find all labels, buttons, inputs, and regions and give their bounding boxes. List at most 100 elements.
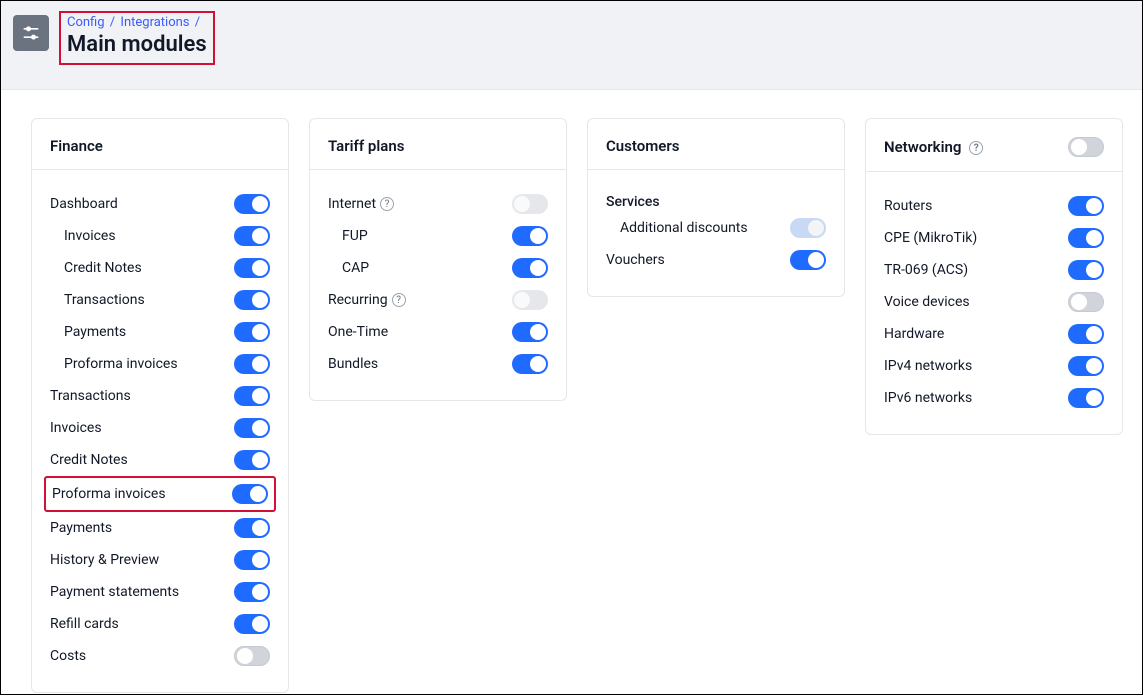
setting-row: Credit Notes: [50, 252, 270, 284]
toggle[interactable]: [234, 550, 270, 570]
setting-label: Invoices: [50, 420, 102, 436]
toggle[interactable]: [512, 290, 548, 310]
toggle[interactable]: [234, 646, 270, 666]
card-tariff: Tariff plans Internet? FUP CAP Recurring? On…: [309, 118, 567, 401]
customers-after-list: Vouchers: [606, 244, 826, 276]
toggle[interactable]: [1068, 388, 1104, 408]
setting-row: Refill cards: [50, 608, 270, 640]
card-header-customers: Customers: [588, 119, 844, 170]
setting-label: Recurring?: [328, 292, 406, 308]
setting-row: CAP: [328, 252, 548, 284]
toggle[interactable]: [1068, 292, 1104, 312]
help-icon[interactable]: ?: [392, 293, 406, 307]
setting-label: Dashboard: [50, 196, 118, 212]
setting-label: Voice devices: [884, 294, 970, 310]
card-body-finance: DashboardInvoicesCredit NotesTransaction…: [32, 170, 288, 692]
breadcrumb-highlight: Config / Integrations / Main modules: [59, 11, 215, 65]
setting-row: Payments: [50, 316, 270, 348]
toggle[interactable]: [234, 226, 270, 246]
setting-row: Internet?: [328, 188, 548, 220]
page-title: Main modules: [67, 32, 207, 57]
toggle[interactable]: [234, 582, 270, 602]
breadcrumb-sep: /: [195, 15, 200, 30]
toggle[interactable]: [512, 322, 548, 342]
content: Finance DashboardInvoicesCredit NotesTra…: [1, 90, 1142, 695]
toggle[interactable]: [790, 250, 826, 270]
toggle[interactable]: [234, 614, 270, 634]
toggle[interactable]: [234, 322, 270, 342]
setting-label: Refill cards: [50, 616, 119, 632]
setting-label: Credit Notes: [50, 452, 128, 468]
setting-row: Bundles: [328, 348, 548, 380]
help-icon[interactable]: ?: [969, 141, 983, 155]
page-header: Config / Integrations / Main modules: [1, 1, 1142, 90]
card-header-finance: Finance: [32, 119, 288, 170]
toggle[interactable]: [512, 258, 548, 278]
card-header-tariff: Tariff plans: [310, 119, 566, 170]
card-networking: Networking ? Routers CPE (MikroTik) TR-069…: [865, 118, 1123, 435]
toggle[interactable]: [512, 226, 548, 246]
toggle[interactable]: [234, 518, 270, 538]
setting-row: Invoices: [50, 412, 270, 444]
toggle[interactable]: [512, 194, 548, 214]
toggle[interactable]: [234, 418, 270, 438]
toggle[interactable]: [234, 194, 270, 214]
breadcrumb-sep: /: [110, 15, 115, 30]
toggle[interactable]: [1068, 196, 1104, 216]
card-title-networking: Networking ?: [884, 138, 983, 156]
setting-row: Routers: [884, 190, 1104, 222]
toggle[interactable]: [234, 290, 270, 310]
card-body-networking: Routers CPE (MikroTik) TR-069 (ACS) Voice d…: [866, 172, 1122, 434]
setting-label: FUP: [342, 228, 368, 244]
setting-row: Proforma invoices: [44, 476, 276, 512]
toggle[interactable]: [512, 354, 548, 374]
toggle[interactable]: [234, 354, 270, 374]
setting-label: CAP: [342, 260, 369, 276]
help-icon[interactable]: ?: [380, 197, 394, 211]
setting-row: Vouchers: [606, 244, 826, 276]
card-body-tariff: Internet? FUP CAP Recurring? One-Time Bundles: [310, 170, 566, 400]
toggle[interactable]: [234, 258, 270, 278]
toggle[interactable]: [232, 484, 268, 504]
setting-label: CPE (MikroTik): [884, 230, 977, 246]
customers-services-heading: Services: [606, 188, 826, 212]
setting-row: Payments: [50, 512, 270, 544]
card-header-networking: Networking ?: [866, 119, 1122, 172]
card-title-networking-text: Networking: [884, 138, 961, 156]
setting-label: Payments: [50, 520, 112, 536]
setting-label: TR-069 (ACS): [884, 262, 968, 278]
setting-row: Payment statements: [50, 576, 270, 608]
setting-row: FUP: [328, 220, 548, 252]
setting-row: Additional discounts: [606, 212, 826, 244]
networking-master-toggle[interactable]: [1068, 137, 1104, 157]
setting-label: Invoices: [64, 228, 116, 244]
setting-row: Invoices: [50, 220, 270, 252]
toggle[interactable]: [1068, 260, 1104, 280]
app-window: Config / Integrations / Main modules Fin…: [0, 0, 1143, 695]
card-title-customers: Customers: [606, 137, 679, 155]
setting-row: Recurring?: [328, 284, 548, 316]
breadcrumb-integrations[interactable]: Integrations: [120, 15, 189, 30]
setting-label: Payment statements: [50, 584, 179, 600]
toggle[interactable]: [1068, 228, 1104, 248]
setting-label: Proforma invoices: [64, 356, 178, 372]
toggle[interactable]: [234, 450, 270, 470]
setting-label: Internet?: [328, 196, 394, 212]
setting-row: Dashboard: [50, 188, 270, 220]
breadcrumb-config[interactable]: Config: [67, 15, 105, 30]
setting-row: IPv4 networks: [884, 350, 1104, 382]
setting-label: Routers: [884, 198, 932, 214]
setting-label: Vouchers: [606, 252, 665, 268]
customers-services-list: Additional discounts: [606, 212, 826, 244]
setting-row: Costs: [50, 640, 270, 672]
setting-row: CPE (MikroTik): [884, 222, 1104, 254]
toggle[interactable]: [1068, 356, 1104, 376]
toggle[interactable]: [1068, 324, 1104, 344]
toggle[interactable]: [790, 218, 826, 238]
card-title-tariff: Tariff plans: [328, 137, 404, 155]
setting-label: One-Time: [328, 324, 388, 340]
setting-label: IPv4 networks: [884, 358, 972, 374]
setting-label: History & Preview: [50, 552, 159, 568]
breadcrumb: Config / Integrations /: [67, 15, 207, 30]
toggle[interactable]: [234, 386, 270, 406]
